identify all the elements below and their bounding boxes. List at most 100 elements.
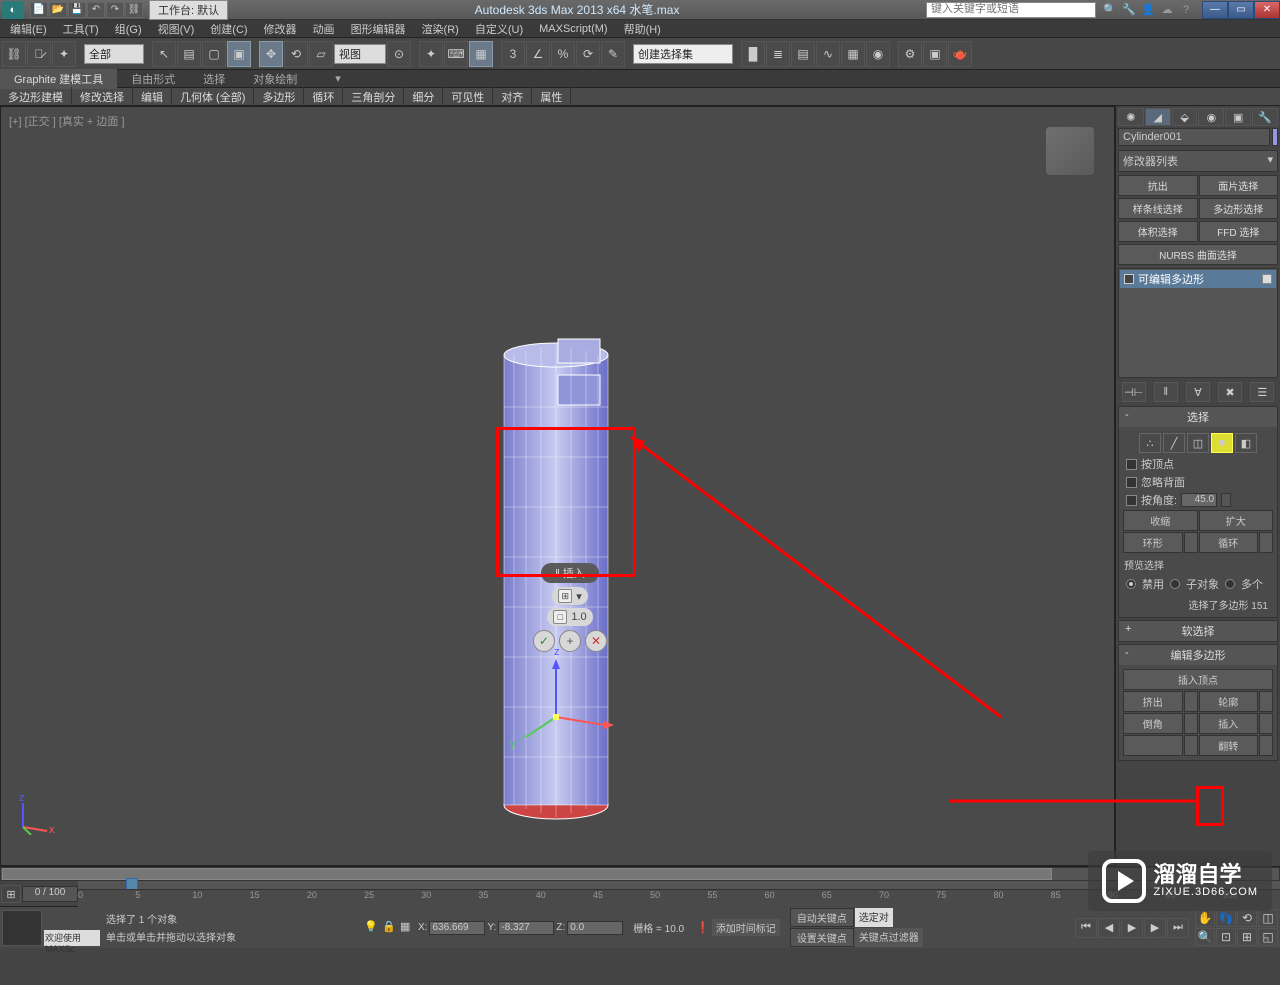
time-tag-button[interactable]: 添加时间标记 (712, 919, 780, 936)
sub-vis[interactable]: 可见性 (443, 87, 493, 107)
scale-icon[interactable]: ▱ (309, 41, 333, 67)
isolate-icon[interactable]: ▦ (400, 920, 416, 936)
sub-loop[interactable]: 循环 (304, 87, 343, 107)
layers-icon[interactable]: ▤ (791, 41, 815, 67)
menu-customize[interactable]: 自定义(U) (467, 19, 531, 39)
autokey-button[interactable]: 自动关键点 (790, 908, 854, 927)
angle-spinner[interactable]: 45.0 (1181, 493, 1217, 507)
window-crossing-icon[interactable]: ▣ (227, 41, 251, 67)
snap3-icon[interactable]: 3 (501, 41, 525, 67)
save-icon[interactable]: 💾 (68, 2, 86, 18)
nav-zoomall-icon[interactable]: ⊡ (1216, 928, 1236, 946)
menu-render[interactable]: 渲染(R) (414, 19, 467, 39)
help-search[interactable] (926, 2, 1096, 18)
sub-props[interactable]: 属性 (532, 87, 571, 107)
rollout-header-editpoly[interactable]: 编辑多边形 (1119, 645, 1277, 665)
menu-group[interactable]: 组(G) (107, 19, 150, 39)
app-logo-icon[interactable]: ◐ (2, 1, 24, 19)
maximize-button[interactable]: ▭ (1228, 1, 1254, 19)
help-icon[interactable]: ? (1178, 2, 1194, 18)
tab-selection[interactable]: 选择 (189, 69, 239, 89)
timeline-config-icon[interactable]: ⊞ (1, 885, 21, 903)
caddy-title[interactable]: ‖ 插入 (541, 563, 599, 583)
sub-subdiv[interactable]: 细分 (404, 87, 443, 107)
spinner-snap-icon[interactable]: ⟳ (576, 41, 600, 67)
undo-icon[interactable]: ↶ (87, 2, 105, 18)
select-region-icon[interactable]: ▢ (202, 41, 226, 67)
radio-multi[interactable] (1225, 579, 1235, 589)
sub-tri[interactable]: 三角剖分 (343, 87, 404, 107)
modify-tab-icon[interactable]: ◢ (1145, 108, 1171, 126)
menu-modifiers[interactable]: 修改器 (256, 19, 305, 39)
close-button[interactable]: ✕ (1254, 1, 1280, 19)
inset-settings[interactable] (1259, 713, 1273, 734)
select-name-icon[interactable]: ▤ (177, 41, 201, 67)
exchange-icon[interactable]: ☁ (1159, 2, 1175, 18)
outline-button[interactable]: 轮廓 (1199, 691, 1259, 712)
sub-geom[interactable]: 几何体 (全部) (172, 87, 254, 107)
next-frame-icon[interactable]: ▶ (1144, 918, 1166, 938)
bind-icon[interactable]: ✦ (52, 41, 76, 67)
goto-end-icon[interactable]: ⏭ (1167, 918, 1189, 938)
viewport-label[interactable]: [+] [正交 ] [真实 + 边面 ] (9, 113, 125, 129)
named-sets-dropdown[interactable]: 创建选择集 (633, 44, 733, 64)
search-icon[interactable]: 🔍 (1102, 2, 1118, 18)
vertex-mode-icon[interactable]: ∴ (1139, 433, 1161, 453)
caddy-plus-button[interactable]: + (559, 630, 581, 652)
shrink-button[interactable]: 收缩 (1123, 510, 1198, 531)
ring-button[interactable]: 环形 (1123, 532, 1183, 553)
radio-subobj[interactable] (1170, 579, 1180, 589)
loop-spin[interactable] (1259, 532, 1273, 553)
mirror-icon[interactable]: ▐▌ (741, 41, 765, 67)
menu-tools[interactable]: 工具(T) (55, 19, 107, 39)
caddy-value[interactable]: 1.0 (571, 611, 586, 623)
edge-mode-icon[interactable]: ╱ (1163, 433, 1185, 453)
border-mode-icon[interactable]: ◫ (1187, 433, 1209, 453)
modifier-stack[interactable]: 可编辑多边形 (1118, 268, 1278, 378)
hierarchy-tab-icon[interactable]: ⬙ (1172, 108, 1198, 126)
mod-btn-vol[interactable]: 体积选择 (1118, 221, 1198, 242)
tab-freeform[interactable]: 自由形式 (117, 69, 189, 89)
spinner-arrows[interactable] (1221, 493, 1231, 507)
unlink-icon[interactable]: ⛓̷ (27, 41, 51, 67)
coord-y[interactable] (498, 921, 554, 935)
bevel-button[interactable]: 倒角 (1123, 713, 1183, 734)
caddy-amount-row[interactable]: □1.0 (547, 608, 592, 626)
tab-graphite[interactable]: Graphite 建模工具 (0, 69, 117, 89)
percent-snap-icon[interactable]: % (551, 41, 575, 67)
move-icon[interactable]: ✥ (259, 41, 283, 67)
viewcube[interactable] (1046, 127, 1094, 175)
stack-editable-poly[interactable]: 可编辑多边形 (1120, 270, 1276, 288)
align-icon[interactable]: ≣ (766, 41, 790, 67)
sub-edit[interactable]: 编辑 (133, 87, 172, 107)
polygon-mode-icon[interactable]: ■ (1211, 433, 1233, 453)
chk-by-vertex[interactable] (1126, 459, 1137, 470)
caddy-type-row[interactable]: ⊞▾ (552, 587, 588, 605)
radio-disable[interactable] (1126, 579, 1136, 589)
manipulate-icon[interactable]: ✦ (419, 41, 443, 67)
menu-animation[interactable]: 动画 (305, 19, 343, 39)
inset-button[interactable]: 插入 (1199, 713, 1259, 734)
key-icon[interactable]: 🔧 (1121, 2, 1137, 18)
nav-fov-icon[interactable]: ◫ (1258, 909, 1278, 927)
setkey-button[interactable]: 设置关键点 (790, 928, 854, 947)
render-setup-icon[interactable]: ⚙ (898, 41, 922, 67)
configure-icon[interactable]: ☰ (1250, 382, 1274, 402)
rollout-header-softsel[interactable]: 软选择 (1119, 621, 1277, 641)
signin-icon[interactable]: 👤 (1140, 2, 1156, 18)
extrude-button[interactable]: 挤出 (1123, 691, 1183, 712)
rotate-icon[interactable]: ⟲ (284, 41, 308, 67)
mod-btn-ffd[interactable]: FFD 选择 (1199, 221, 1279, 242)
lock-icon[interactable]: 💡 (364, 920, 380, 936)
utilities-tab-icon[interactable]: 🔧 (1252, 108, 1278, 126)
nav-walk-icon[interactable]: 👣 (1216, 909, 1236, 927)
keyfilter-button[interactable]: 关键点过滤器 (855, 928, 923, 947)
minimize-button[interactable]: — (1202, 1, 1228, 19)
link-icon[interactable]: ⛓ (2, 41, 26, 67)
selkey-dropdown[interactable]: 选定对 (855, 908, 893, 927)
menu-edit[interactable]: 编辑(E) (2, 19, 55, 39)
tab-paint[interactable]: 对象绘制 (239, 69, 311, 89)
nav-pan-icon[interactable]: ✋ (1195, 909, 1215, 927)
ribbon-expand-icon[interactable]: ▾ (321, 70, 355, 87)
chk-by-angle[interactable] (1126, 495, 1137, 506)
